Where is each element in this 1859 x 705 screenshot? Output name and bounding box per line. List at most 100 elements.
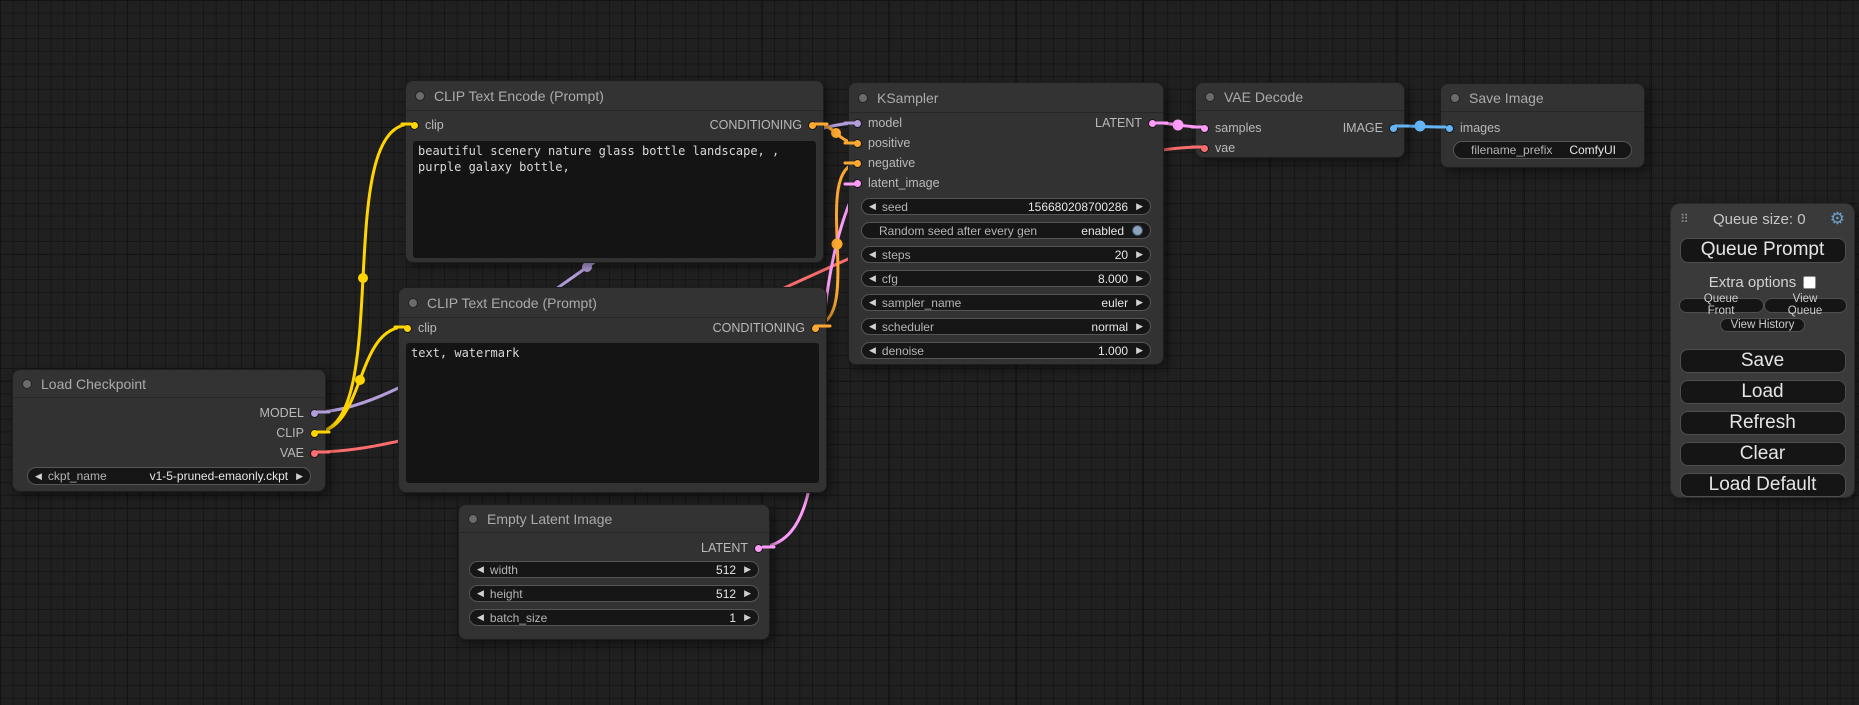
widget-label: Random seed after every gen bbox=[879, 224, 1081, 238]
queue-front-button[interactable]: Queue Front bbox=[1679, 298, 1764, 313]
clip-input-port[interactable] bbox=[410, 121, 419, 130]
height-widget[interactable]: ◀ height 512 ▶ bbox=[469, 585, 759, 602]
increment-arrow-icon[interactable]: ▶ bbox=[1136, 274, 1143, 283]
node-title-bar[interactable]: KSampler bbox=[849, 83, 1163, 113]
decrement-arrow-icon[interactable]: ◀ bbox=[869, 298, 876, 307]
increment-arrow-icon[interactable]: ▶ bbox=[1136, 202, 1143, 211]
clear-button[interactable]: Clear bbox=[1680, 442, 1846, 466]
ckpt-name-widget[interactable]: ◀ ckpt_name v1-5-pruned-emaonly.ckpt ▶ bbox=[27, 467, 311, 485]
load-default-button[interactable]: Load Default bbox=[1680, 473, 1846, 497]
increment-arrow-icon[interactable]: ▶ bbox=[744, 613, 751, 622]
node-clip-text-encode-negative[interactable]: CLIP Text Encode (Prompt) clip CONDITION… bbox=[398, 287, 827, 493]
increment-arrow-icon[interactable]: ▶ bbox=[1136, 250, 1143, 259]
node-save-image[interactable]: Save Image images filename_prefix ComfyU… bbox=[1440, 83, 1645, 168]
node-title: CLIP Text Encode (Prompt) bbox=[427, 295, 597, 311]
settings-gear-icon[interactable]: ⚙ bbox=[1830, 209, 1845, 229]
input-label: vae bbox=[1215, 141, 1235, 155]
load-button[interactable]: Load bbox=[1680, 380, 1846, 404]
decrement-arrow-icon[interactable]: ◀ bbox=[477, 613, 484, 622]
increment-arrow-icon[interactable]: ▶ bbox=[296, 472, 303, 481]
latent-output-port[interactable] bbox=[1148, 119, 1157, 128]
clip-input-port[interactable] bbox=[403, 324, 412, 333]
node-title-bar[interactable]: Empty Latent Image bbox=[459, 505, 769, 533]
node-title-bar[interactable]: CLIP Text Encode (Prompt) bbox=[399, 288, 826, 318]
steps-widget[interactable]: ◀ steps 20 ▶ bbox=[861, 246, 1151, 263]
prompt-textarea[interactable]: beautiful scenery nature glass bottle la… bbox=[413, 141, 816, 258]
view-history-button[interactable]: View History bbox=[1720, 318, 1806, 332]
node-title-bar[interactable]: Load Checkpoint bbox=[13, 370, 325, 398]
widget-label: denoise bbox=[882, 344, 1098, 358]
denoise-widget[interactable]: ◀ denoise 1.000 ▶ bbox=[861, 342, 1151, 359]
positive-input-port[interactable] bbox=[853, 139, 862, 148]
collapse-dot-icon[interactable] bbox=[468, 514, 478, 524]
widget-label: sampler_name bbox=[882, 296, 1101, 310]
decrement-arrow-icon[interactable]: ◀ bbox=[869, 250, 876, 259]
batch-size-widget[interactable]: ◀ batch_size 1 ▶ bbox=[469, 609, 759, 626]
decrement-arrow-icon[interactable]: ◀ bbox=[35, 472, 42, 481]
collapse-dot-icon[interactable] bbox=[415, 91, 425, 101]
clip-output-port[interactable] bbox=[310, 429, 319, 438]
node-title-bar[interactable]: CLIP Text Encode (Prompt) bbox=[406, 81, 823, 111]
decrement-arrow-icon[interactable]: ◀ bbox=[869, 274, 876, 283]
scheduler-widget[interactable]: ◀ scheduler normal ▶ bbox=[861, 318, 1151, 335]
node-title: KSampler bbox=[877, 90, 938, 106]
cfg-widget[interactable]: ◀ cfg 8.000 ▶ bbox=[861, 270, 1151, 287]
node-empty-latent-image[interactable]: Empty Latent Image LATENT ◀ width 512 ▶ … bbox=[458, 504, 770, 640]
port-row-samples: samples IMAGE bbox=[1196, 118, 1404, 138]
images-input-port[interactable] bbox=[1445, 124, 1454, 133]
node-vae-decode[interactable]: VAE Decode samples IMAGE vae bbox=[1195, 82, 1405, 158]
node-load-checkpoint[interactable]: Load Checkpoint MODEL CLIP VAE ◀ ckpt_na… bbox=[12, 369, 326, 492]
port-row-images: images bbox=[1441, 118, 1644, 138]
node-clip-text-encode-positive[interactable]: CLIP Text Encode (Prompt) clip CONDITION… bbox=[405, 80, 824, 263]
queue-prompt-button[interactable]: Queue Prompt bbox=[1680, 238, 1846, 263]
decrement-arrow-icon[interactable]: ◀ bbox=[869, 322, 876, 331]
toggle-enabled-icon[interactable] bbox=[1132, 225, 1143, 236]
node-ksampler[interactable]: KSampler model LATENT positive negative … bbox=[848, 82, 1164, 365]
image-output-port[interactable] bbox=[1389, 124, 1398, 133]
model-output-port[interactable] bbox=[310, 409, 319, 418]
save-button[interactable]: Save bbox=[1680, 349, 1846, 373]
view-queue-button[interactable]: View Queue bbox=[1764, 298, 1847, 313]
prompt-textarea[interactable]: text, watermark bbox=[406, 343, 819, 483]
vae-input-port[interactable] bbox=[1200, 144, 1209, 153]
widget-label: seed bbox=[882, 200, 1028, 214]
increment-arrow-icon[interactable]: ▶ bbox=[744, 589, 751, 598]
input-label: clip bbox=[418, 321, 437, 335]
port-row-model: model LATENT bbox=[849, 113, 1163, 133]
decrement-arrow-icon[interactable]: ◀ bbox=[869, 202, 876, 211]
model-input-port[interactable] bbox=[853, 119, 862, 128]
increment-arrow-icon[interactable]: ▶ bbox=[744, 565, 751, 574]
random-seed-toggle-widget[interactable]: Random seed after every gen enabled bbox=[861, 222, 1151, 239]
collapse-dot-icon[interactable] bbox=[1450, 93, 1460, 103]
collapse-dot-icon[interactable] bbox=[22, 379, 32, 389]
decrement-arrow-icon[interactable]: ◀ bbox=[477, 589, 484, 598]
increment-arrow-icon[interactable]: ▶ bbox=[1136, 298, 1143, 307]
increment-arrow-icon[interactable]: ▶ bbox=[1136, 322, 1143, 331]
widget-value: 512 bbox=[716, 563, 736, 577]
comfyui-canvas[interactable]: { "icons": { "decrement": "◀", "incremen… bbox=[0, 0, 1859, 705]
latent-image-input-port[interactable] bbox=[853, 179, 862, 188]
increment-arrow-icon[interactable]: ▶ bbox=[1136, 346, 1143, 355]
node-title-bar[interactable]: VAE Decode bbox=[1196, 83, 1404, 111]
seed-widget[interactable]: ◀ seed 156680208700286 ▶ bbox=[861, 198, 1151, 215]
widget-value: normal bbox=[1091, 320, 1128, 334]
sampler-name-widget[interactable]: ◀ sampler_name euler ▶ bbox=[861, 294, 1151, 311]
negative-input-port[interactable] bbox=[853, 159, 862, 168]
conditioning-output-port[interactable] bbox=[808, 121, 817, 130]
width-widget[interactable]: ◀ width 512 ▶ bbox=[469, 561, 759, 578]
refresh-button[interactable]: Refresh bbox=[1680, 411, 1846, 435]
conditioning-output-port[interactable] bbox=[811, 324, 820, 333]
decrement-arrow-icon[interactable]: ◀ bbox=[477, 565, 484, 574]
vae-output-port[interactable] bbox=[310, 449, 319, 458]
node-title-bar[interactable]: Save Image bbox=[1441, 84, 1644, 112]
collapse-dot-icon[interactable] bbox=[858, 93, 868, 103]
queue-panel: ⠿ Queue size: 0 ⚙ Queue Prompt Extra opt… bbox=[1670, 203, 1855, 498]
latent-output-port[interactable] bbox=[754, 544, 763, 553]
collapse-dot-icon[interactable] bbox=[1205, 92, 1215, 102]
filename-prefix-widget[interactable]: filename_prefix ComfyUI bbox=[1453, 141, 1632, 159]
collapse-dot-icon[interactable] bbox=[408, 298, 418, 308]
samples-input-port[interactable] bbox=[1200, 124, 1209, 133]
decrement-arrow-icon[interactable]: ◀ bbox=[869, 346, 876, 355]
extra-options-checkbox[interactable] bbox=[1803, 276, 1816, 289]
drag-handle-icon[interactable]: ⠿ bbox=[1680, 212, 1689, 226]
